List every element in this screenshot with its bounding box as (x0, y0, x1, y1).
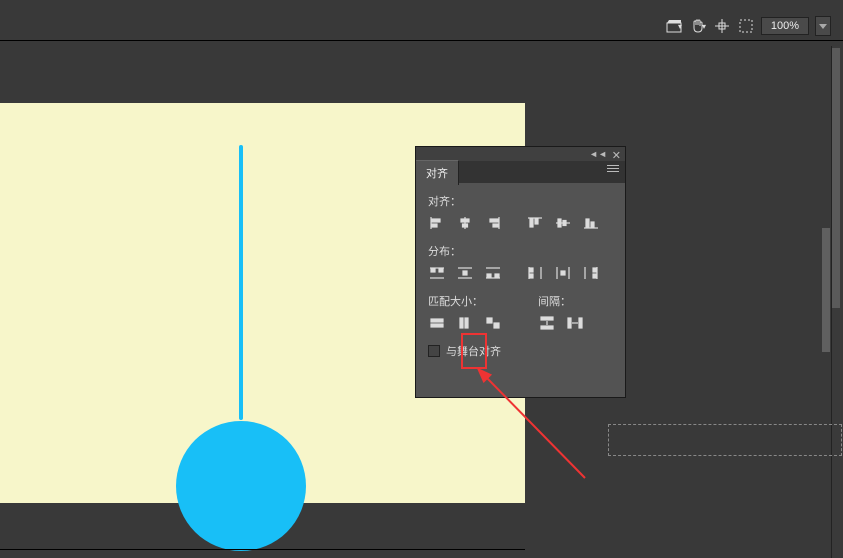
bottom-divider (0, 549, 525, 550)
circle-shape[interactable] (176, 421, 306, 551)
space-v-button[interactable] (538, 315, 556, 331)
align-bottom-button[interactable] (582, 215, 600, 231)
crosshair-icon[interactable] (713, 17, 731, 35)
match-width-button[interactable] (428, 315, 446, 331)
selection-marquee (608, 424, 842, 456)
collapse-icon[interactable]: ◄◄ (589, 149, 607, 159)
match-height-button[interactable] (456, 315, 474, 331)
distribute-bottom-button[interactable] (484, 265, 502, 281)
distribute-top-button[interactable] (428, 265, 446, 281)
bounds-icon[interactable] (737, 17, 755, 35)
top-toolbar: ▾ ▾ 100% (665, 14, 843, 38)
match-both-button[interactable] (484, 315, 502, 331)
distribute-hcenter-button[interactable] (554, 265, 572, 281)
tab-align[interactable]: 对齐 (416, 160, 459, 185)
hand-icon[interactable]: ▾ (689, 17, 707, 35)
panel-body: 对齐： 分布： (416, 183, 625, 367)
align-right-button[interactable] (484, 215, 502, 231)
distribute-left-button[interactable] (526, 265, 544, 281)
label-align: 对齐： (428, 193, 613, 209)
panel-menu-icon[interactable] (607, 165, 619, 172)
align-vcenter-button[interactable] (554, 215, 572, 231)
label-spacing: 间隔： (538, 293, 584, 309)
toolbar-divider (0, 40, 843, 41)
right-scrollbar[interactable] (831, 46, 841, 558)
zoom-dropdown[interactable] (815, 16, 831, 36)
align-hcenter-button[interactable] (456, 215, 474, 231)
stage-align-row: 与舞台对齐 (428, 343, 613, 359)
distribute-vcenter-button[interactable] (456, 265, 474, 281)
stage-align-checkbox[interactable] (428, 345, 440, 357)
right-panel-tab[interactable] (822, 228, 830, 352)
distribute-right-button[interactable] (582, 265, 600, 281)
align-panel: ◄◄ ✕ 对齐 对齐： 分布： (415, 146, 626, 398)
line-shape[interactable] (239, 145, 243, 420)
label-distribute: 分布： (428, 243, 613, 259)
label-match: 匹配大小： (428, 293, 502, 309)
annotation-highlight (461, 333, 487, 369)
panel-tabbar: 对齐 (416, 161, 625, 183)
space-h-button[interactable] (566, 315, 584, 331)
clapper-icon[interactable]: ▾ (665, 17, 683, 35)
zoom-input[interactable]: 100% (761, 17, 809, 35)
align-left-button[interactable] (428, 215, 446, 231)
align-top-button[interactable] (526, 215, 544, 231)
